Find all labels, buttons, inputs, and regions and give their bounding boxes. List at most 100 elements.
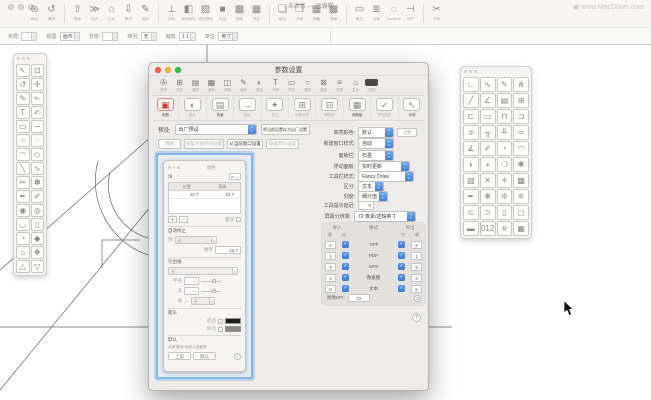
preset-action-button[interactable]: 清除 [158, 139, 181, 149]
tool-button[interactable]: ▭ [480, 109, 496, 124]
control-item[interactable]: 缩放: 1:1⌄ [166, 32, 196, 41]
export-order-input[interactable]: 2 [411, 241, 422, 249]
palette-preview-panel[interactable]: 调色 填in ⌄ 位置宽高 12.712.7 +−置顶 自动停止 到无⌄ 数字1… [156, 153, 253, 379]
tool-button[interactable]: ◡ [16, 218, 30, 231]
tool-button[interactable]: ◆ [31, 232, 45, 245]
toolbar-button[interactable]: ❐分离 [291, 4, 308, 22]
dialog-help-button[interactable]: ? [412, 313, 421, 322]
tool-button[interactable]: ✂ [16, 176, 30, 189]
preference-icon-button[interactable]: ◐颜色 [252, 78, 267, 93]
tool-button[interactable]: ↺ [16, 78, 30, 91]
tool-button[interactable]: ❋ [480, 189, 496, 204]
toolbar-button[interactable]: ⌂主页 [103, 4, 120, 22]
tool-button[interactable]: ▽ [31, 260, 45, 273]
width-slider[interactable] [201, 291, 221, 292]
preference-tab[interactable]: ↖光标 [399, 97, 425, 118]
tool-button[interactable]: ✎ [16, 92, 30, 105]
tool-button[interactable]: ╲ [16, 162, 30, 175]
control-item[interactable]: 排列: 无⌄ [127, 32, 156, 41]
remove-button[interactable]: − [179, 216, 188, 223]
preference-tab[interactable]: ▦调色板 [344, 97, 371, 118]
export-order-input[interactable]: 1 [411, 252, 422, 260]
import-order-input[interactable]: 2 [325, 241, 336, 249]
screen-resolution-select[interactable]: 72 像素/逻辑英寸▲▼ [354, 211, 416, 222]
control-item-select[interactable]: ⌄ [102, 32, 118, 41]
left-tool-palette[interactable]: ↖⊡↺✛✎✁T✍▭─○◌◠◇╲∿✂✽✒✐◉◎◡▯◔◆⌂❖△▽ [13, 53, 47, 276]
tool-button[interactable]: ◎ [31, 204, 45, 217]
toolbar-button[interactable]: ⇩教学 [120, 4, 137, 22]
preference-tab[interactable]: ▣本图 [152, 97, 179, 118]
tool-button[interactable]: # [497, 221, 513, 236]
tool-button[interactable]: ◇ [31, 148, 45, 161]
tool-button[interactable]: ❈ [513, 189, 529, 204]
ontop-checkbox[interactable] [236, 217, 241, 222]
toolbar-button[interactable]: ⊜商店 [26, 4, 43, 22]
tool-button[interactable]: ▬ [463, 221, 479, 236]
unit-select[interactable]: in ⌄ [229, 173, 241, 180]
control-item[interactable]: 布局: ⌄ [8, 32, 37, 41]
preference-icon-button[interactable]: ≡列表 [332, 78, 347, 93]
tool-button[interactable]: ╱ [463, 93, 479, 108]
tool-button[interactable]: ◌ [31, 134, 45, 147]
control-item-select[interactable]: 英寸⌄ [218, 32, 238, 41]
help-button[interactable]: ? [234, 353, 241, 360]
tool-button[interactable]: ∿ [31, 162, 45, 175]
width-input[interactable]: -- [184, 287, 199, 295]
palette-titlebar[interactable] [461, 67, 531, 75]
tool-button[interactable]: ◠ [16, 148, 30, 161]
import-order-input[interactable]: 1 [325, 252, 336, 260]
preference-icon-button[interactable]: ○圆角 [300, 78, 315, 93]
preference-tab[interactable]: ▤背景 [207, 97, 234, 118]
tool-button[interactable]: ∿ [480, 77, 496, 92]
import-order-input[interactable]: 5 [325, 285, 336, 293]
import-enable-checkbox[interactable]: ✓ [342, 241, 349, 248]
start-checkbox[interactable]: ✓ [218, 319, 223, 324]
import-order-input[interactable]: 3 [325, 263, 336, 271]
preference-icon-button[interactable]: ✎绘制 [236, 78, 251, 93]
set-color-button[interactable]: 设置 [397, 128, 417, 137]
export-enable-checkbox[interactable]: ✓ [398, 274, 405, 281]
preference-icon-button[interactable]: ✇常规 [156, 78, 171, 93]
stepper-icon[interactable]: ▲▼ [385, 151, 393, 160]
tool-button[interactable]: ✒ [16, 190, 30, 203]
tool-button[interactable]: ✽ [31, 176, 45, 189]
tool-button[interactable]: ╨ [497, 125, 513, 140]
toolbar-button[interactable]: ▩蒙版 [325, 4, 342, 22]
tool-button[interactable]: ✛ [31, 78, 45, 91]
preference-tab[interactable]: →拖放 [234, 97, 261, 118]
tool-button[interactable]: ✕ [480, 173, 496, 188]
export-enable-checkbox[interactable]: ✓ [398, 241, 405, 248]
control-item[interactable]: 视图: 画布⌄ [46, 32, 79, 41]
tool-button[interactable]: T [16, 106, 30, 119]
tool-button[interactable]: ≑ [463, 125, 479, 140]
control-item-select[interactable]: 无⌄ [141, 32, 157, 41]
toolbar-button[interactable]: ⊣对齐 [402, 4, 419, 22]
toolbar-button[interactable]: ■实色 [214, 4, 231, 22]
stepper-icon[interactable]: ⌄ [190, 33, 195, 40]
preset-action-button[interactable]: 恢复为保存的设置 [184, 139, 224, 149]
tool-button[interactable]: 012 [480, 221, 496, 236]
radius-input[interactable]: -- [184, 277, 199, 285]
preference-icon-button[interactable]: T字体 [268, 78, 283, 93]
end-color-swatch[interactable] [225, 326, 241, 332]
tool-button[interactable]: ◻ [513, 205, 529, 220]
toolbar-button[interactable]: ✂专家 [428, 4, 445, 22]
stop-select[interactable]: 无⌄ [175, 236, 217, 244]
preference-icon-button[interactable]: ▬工具栏 [364, 78, 379, 93]
number-input[interactable]: 12.7 [215, 246, 241, 254]
right-tool-palette[interactable]: ∟∿✎⋔╱∠▤⊞⊏▭⊓⊐≑╥╨≍∡✐◔◠◗◖❍✱▨✕✳▩✒❋❊❈⊂⊃▯◻▬012… [460, 66, 532, 239]
default-button[interactable]: 默认 [193, 352, 216, 360]
start-color-swatch[interactable] [225, 318, 241, 324]
import-enable-checkbox[interactable]: ✓ [342, 263, 349, 270]
stepper-icon[interactable]: ▲▼ [385, 139, 393, 148]
end-checkbox[interactable]: ✓ [218, 327, 223, 332]
radius-slider[interactable] [201, 281, 221, 282]
tool-button[interactable]: ◉ [16, 204, 30, 217]
dialog-titlebar[interactable]: 参数设置 [149, 63, 428, 76]
preference-icon-button[interactable]: ▤图层 [188, 78, 203, 93]
toolbar-button[interactable]: ▦网格 [308, 4, 325, 22]
tool-button[interactable]: ⊃ [480, 205, 496, 220]
close-icon[interactable] [8, 4, 14, 10]
tool-button[interactable]: ⋔ [513, 77, 529, 92]
tool-button[interactable]: ─ [31, 120, 45, 133]
